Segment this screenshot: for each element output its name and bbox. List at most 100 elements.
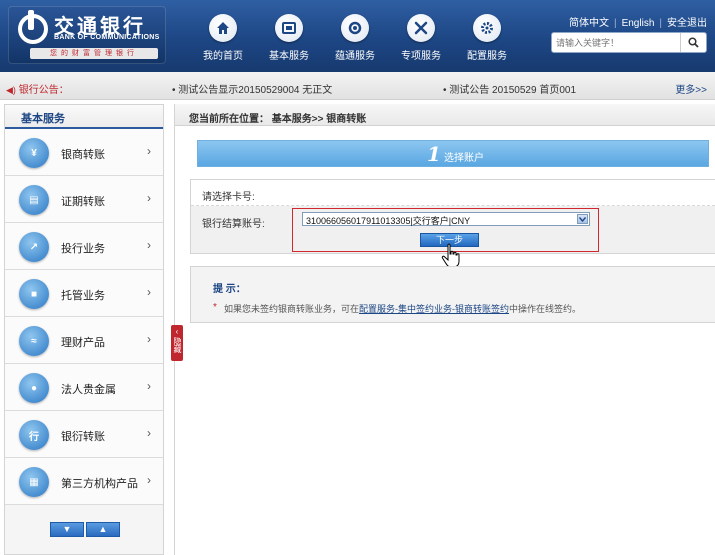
tips-title: 提 示： <box>213 284 246 295</box>
person-icon: ● <box>19 373 49 403</box>
bank-logo-icon <box>18 10 48 44</box>
highlight-frame: 310066056017911013305|交行客户|CNY 下一步 <box>292 208 599 268</box>
separator: | <box>613 18 617 29</box>
account-form: 请选择卡号: 银行结算账号: 310066056017911013305|交行客… <box>190 179 715 268</box>
step-label: 选择账户 <box>444 153 484 164</box>
tips-panel: 提 示： * 如果您未签约银商转账业务，可在配置服务-集中签约业务-银商转账签约… <box>190 266 715 323</box>
nav-yuntong-service-label: 蕴通服务 <box>335 51 375 62</box>
more-announcements-link[interactable]: 更多>> <box>675 81 707 96</box>
nav-home-label: 我的首页 <box>203 51 243 62</box>
nav-config-service-label: 配置服务 <box>467 51 507 62</box>
sidebar-item-label: 银商转账 <box>61 149 105 161</box>
hide-sidebar-label: 隐藏 <box>173 337 182 353</box>
separator: | <box>659 18 662 29</box>
account-label: 银行结算账号: <box>202 219 265 230</box>
search-icon <box>688 37 699 48</box>
sidebar-item-label: 第三方机构产品 <box>61 478 138 490</box>
announcement-item-text: 测试公告显示20150529004 无正文 <box>178 85 333 96</box>
account-row: 银行结算账号: 310066056017911013305|交行客户|CNY 下… <box>191 206 715 268</box>
main-nav: 我的首页 基本服务 蕴通服务 专项服务 配置服务 <box>190 14 520 62</box>
lang-simplified-link[interactable]: 简体中文 <box>569 18 609 29</box>
card-icon <box>275 14 303 42</box>
chevron-right-icon: › <box>147 285 151 299</box>
sidebar-item-futures-transfer[interactable]: ▤ 证期转账 › <box>5 176 163 223</box>
top-links: 简体中文 | English | 安全退出 <box>569 14 707 29</box>
scroll-up-button[interactable]: ▲ <box>86 522 120 537</box>
sidebar-pager: ▼ ▲ <box>50 522 122 537</box>
select-card-row: 请选择卡号: <box>191 180 715 206</box>
chevron-right-icon: › <box>147 191 151 205</box>
announcement-label-text: 银行公告： <box>18 85 69 96</box>
bank-transfer-icon: ¥ <box>19 138 49 168</box>
sidebar-item-custody[interactable]: ■ 托管业务 › <box>5 270 163 317</box>
bank-derivative-icon: 行 <box>19 420 49 450</box>
search-button[interactable] <box>680 33 706 52</box>
nav-yuntong-service[interactable]: 蕴通服务 <box>322 14 388 62</box>
main-content: 您当前所在位置： 基本服务>> 银商转账 1 选择账户 请选择卡号: 银行结算账… <box>174 104 715 555</box>
search-box <box>551 32 707 53</box>
step-number: 1 <box>427 142 441 166</box>
chevron-right-icon: › <box>147 473 151 487</box>
scroll-down-button[interactable]: ▼ <box>50 522 84 537</box>
sidebar-item-wealth-products[interactable]: ≈ 理财产品 › <box>5 317 163 364</box>
header: 交通银行 BANK OF COMMUNICATIONS 您的财富管理银行 我的首… <box>0 0 715 72</box>
nav-config-service[interactable]: 配置服务 <box>454 14 520 62</box>
tips-text: 如果您未签约银商转账业务，可在配置服务-集中签约业务-银商转账签约中操作在线签约… <box>224 302 581 315</box>
signup-link[interactable]: 配置服务-集中签约业务-银商转账签约 <box>359 304 509 314</box>
sidebar-item-label: 投行业务 <box>61 243 105 255</box>
sidebar-item-label: 托管业务 <box>61 290 105 302</box>
speaker-icon: ◀) <box>6 85 16 95</box>
chevron-right-icon: › <box>147 379 151 393</box>
sidebar-title-text: 基本服务 <box>21 113 65 125</box>
account-select[interactable]: 310066056017911013305|交行客户|CNY <box>302 212 590 226</box>
search-input[interactable] <box>556 35 676 50</box>
wealth-icon: ≈ <box>19 326 49 356</box>
sidebar-item-label: 证期转账 <box>61 196 105 208</box>
select-card-label: 请选择卡号: <box>202 192 255 203</box>
breadcrumb: 您当前所在位置： 基本服务>> 银商转账 <box>175 104 715 126</box>
sidebar-item-label: 理财产品 <box>61 337 105 349</box>
sidebar-item-label: 银衍转账 <box>61 431 105 443</box>
logout-link[interactable]: 安全退出 <box>667 18 707 29</box>
bank-logo[interactable]: 交通银行 BANK OF COMMUNICATIONS 您的财富管理银行 <box>8 6 166 64</box>
custody-icon: ■ <box>19 279 49 309</box>
sidebar-item-third-party-products[interactable]: ▦ 第三方机构产品 › <box>5 458 163 505</box>
chevron-left-icon: ‹ <box>175 327 179 336</box>
nav-basic-service[interactable]: 基本服务 <box>256 14 322 62</box>
announcement-label: ◀) 银行公告： <box>6 81 69 96</box>
announcement-item[interactable]: • 测试公告显示20150529004 无正文 <box>172 81 332 96</box>
announcement-bar: ◀) 银行公告： • 测试公告显示20150529004 无正文 • 测试公告 … <box>0 72 715 100</box>
investment-icon: ↗ <box>19 232 49 262</box>
chevron-right-icon: › <box>147 238 151 252</box>
chevron-down-icon: ▼ <box>62 524 72 534</box>
sidebar-item-derivatives-transfer[interactable]: 行 银衍转账 › <box>5 411 163 458</box>
tips-text-after: 中操作在线签约。 <box>509 304 582 314</box>
sidebar-title: 基本服务 <box>5 105 163 129</box>
step-indicator: 1 选择账户 <box>197 140 709 167</box>
tips-text-before: 如果您未签约银商转账业务，可在 <box>224 304 360 314</box>
chevron-right-icon: › <box>147 332 151 346</box>
chevron-up-icon: ▲ <box>98 524 108 534</box>
breadcrumb-text: 您当前所在位置： 基本服务>> 银商转账 <box>189 114 367 125</box>
hide-sidebar-tab[interactable]: ‹ 隐藏 <box>171 325 183 361</box>
announcement-item[interactable]: • 测试公告 20150529 首页001 <box>443 81 576 96</box>
tools-icon <box>407 14 435 42</box>
chevron-right-icon: › <box>147 426 151 440</box>
sidebar-item-label: 法人贵金属 <box>61 384 116 396</box>
sidebar-item-investment-banking[interactable]: ↗ 投行业务 › <box>5 223 163 270</box>
announcement-item-text: 测试公告 20150529 首页001 <box>449 85 577 96</box>
nav-home[interactable]: 我的首页 <box>190 14 256 62</box>
nav-basic-service-label: 基本服务 <box>269 51 309 62</box>
sidebar: 基本服务 ¥ 银商转账 › ▤ 证期转账 › ↗ 投行业务 › ■ 托管业务 ›… <box>4 104 164 555</box>
chevron-right-icon: › <box>147 144 151 158</box>
nav-special-service-label: 专项服务 <box>401 51 441 62</box>
chevron-down-icon[interactable] <box>577 214 588 224</box>
lang-english-link[interactable]: English <box>622 18 655 29</box>
asterisk-icon: * <box>213 302 217 313</box>
swirl-icon <box>341 14 369 42</box>
third-party-icon: ▦ <box>19 467 49 497</box>
nav-special-service[interactable]: 专项服务 <box>388 14 454 62</box>
sidebar-item-bank-securities-transfer[interactable]: ¥ 银商转账 › <box>5 129 163 176</box>
sidebar-item-precious-metals[interactable]: ● 法人贵金属 › <box>5 364 163 411</box>
gear-icon <box>473 14 501 42</box>
